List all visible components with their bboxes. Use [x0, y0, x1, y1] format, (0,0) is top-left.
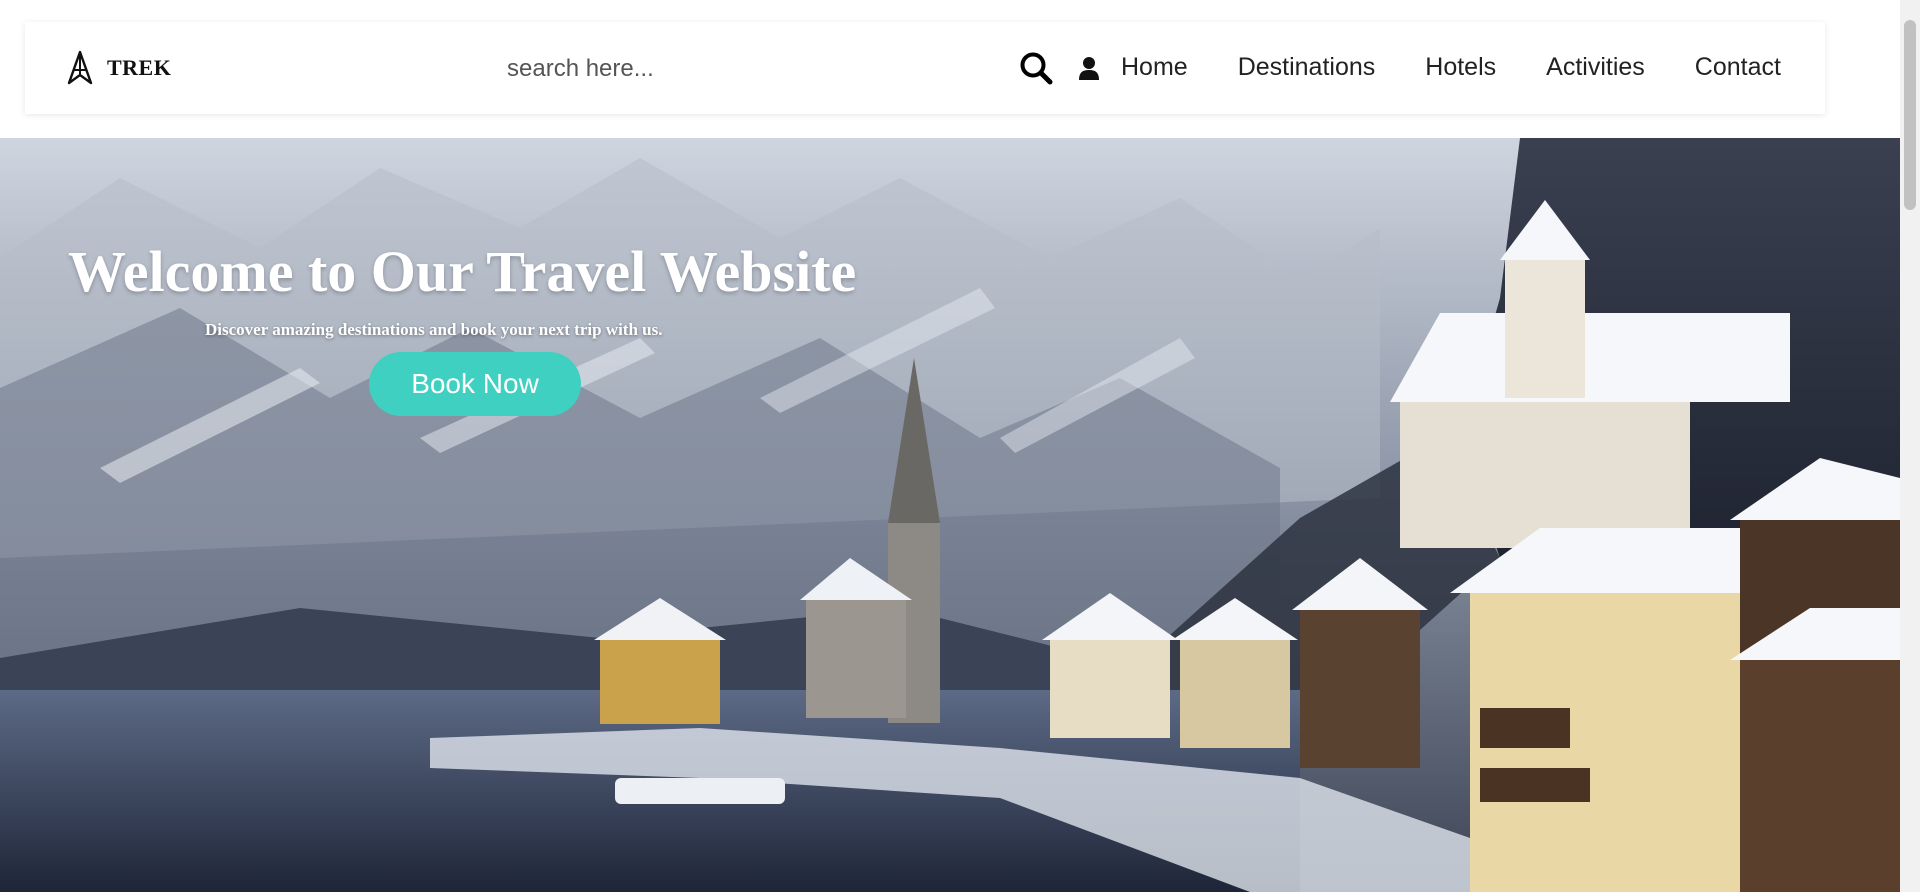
user-icon[interactable]	[1078, 56, 1100, 80]
compass-arrow-icon	[67, 50, 93, 85]
main-nav: Home Destinations Hotels Activities Cont…	[1121, 52, 1781, 82]
search-input[interactable]	[505, 48, 929, 90]
brand-logo[interactable]: TREK	[67, 50, 171, 86]
hero-section: Welcome to Our Travel Website Discover a…	[0, 138, 1900, 892]
scrollbar-thumb[interactable]	[1904, 20, 1916, 210]
hero-subtitle: Discover amazing destinations and book y…	[205, 320, 663, 339]
book-now-button[interactable]: Book Now	[369, 352, 581, 416]
nav-link-activities[interactable]: Activities	[1546, 52, 1645, 82]
search-icon[interactable]	[1018, 50, 1054, 86]
navbar: TREK Home Destinations Hotels Activities…	[25, 22, 1825, 114]
hero-title: Welcome to Our Travel Website	[68, 239, 857, 304]
nav-link-contact[interactable]: Contact	[1695, 52, 1781, 82]
nav-link-hotels[interactable]: Hotels	[1425, 52, 1496, 82]
nav-link-home[interactable]: Home	[1121, 52, 1188, 82]
page-scrollbar[interactable]	[1900, 0, 1920, 892]
page: TREK Home Destinations Hotels Activities…	[0, 0, 1920, 892]
nav-link-destinations[interactable]: Destinations	[1238, 52, 1376, 82]
brand-name: TREK	[107, 55, 172, 80]
